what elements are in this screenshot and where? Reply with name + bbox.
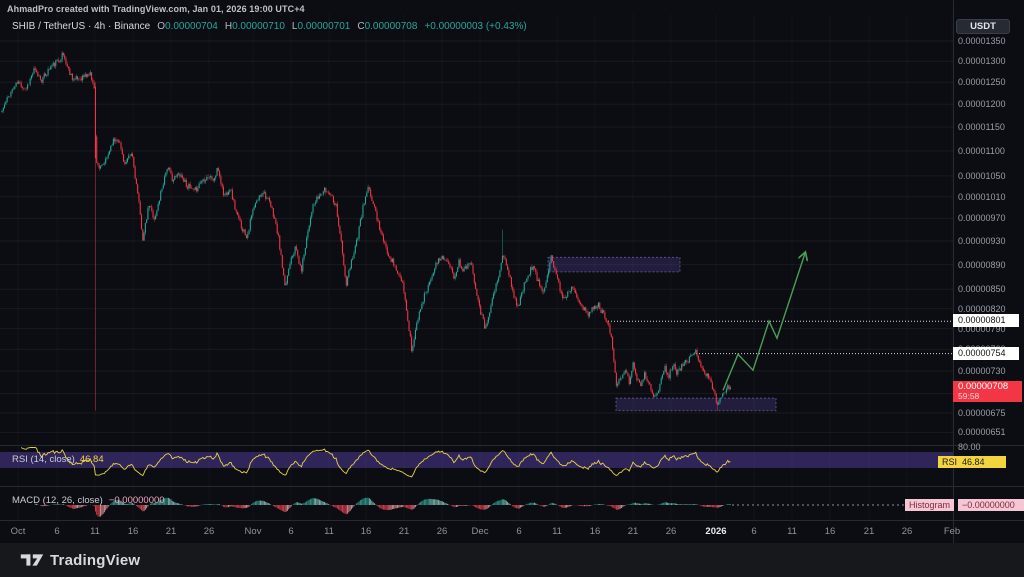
time-tick-label: 26 [902, 526, 913, 537]
change-value: +0.00000003 (+0.43%) [424, 21, 526, 32]
high-value: H0.00000710 [225, 21, 285, 32]
time-tick-label: 26 [666, 526, 677, 537]
macd-indicator-legend[interactable]: MACD (12, 26, close) −0.00000000 [12, 495, 165, 506]
price-tick-label: 0.00000651 [958, 427, 1022, 437]
price-tick-label: 0.00001010 [958, 192, 1022, 202]
time-tick-label: 16 [825, 526, 836, 537]
time-tick-label: 11 [787, 526, 797, 537]
histogram-axis-badge: Histogram [905, 499, 954, 511]
macd-value: −0.00000000 [109, 495, 165, 506]
symbol-legend: SHIB / TetherUS · 4h · Binance O0.000007… [12, 21, 527, 32]
price-tick-label: 0.00001250 [958, 77, 1022, 87]
rsi-label: RSI (14, close) [12, 454, 75, 465]
time-tick-label: 16 [361, 526, 372, 537]
price-tick-label: 0.00000675 [958, 408, 1022, 418]
histogram-axis-value-badge: −0.00000000 [958, 499, 1024, 511]
price-level-label-801: 0.00000801 [953, 314, 1019, 327]
price-tick-label: 0.00000930 [958, 236, 1022, 246]
time-tick-label: Nov [245, 526, 262, 537]
time-tick-label: 6 [516, 526, 521, 537]
time-tick-label: 21 [864, 526, 875, 537]
time-tick-label: 21 [399, 526, 410, 537]
time-tick-label: 16 [128, 526, 139, 537]
currency-toggle-usdt[interactable]: USDT [956, 19, 1010, 34]
time-tick-label: 16 [590, 526, 601, 537]
time-tick-label: Oct [11, 526, 26, 537]
time-tick-label: 21 [628, 526, 639, 537]
price-chart-canvas[interactable] [0, 0, 1024, 577]
price-tick-label: 0.00001050 [958, 171, 1022, 181]
low-value: L0.00000701 [292, 21, 350, 32]
rsi-indicator-legend[interactable]: RSI (14, close) 46.84 [12, 454, 104, 465]
bar-countdown: 59:58 [958, 392, 1022, 401]
rsi-value: 46.84 [80, 454, 104, 465]
rsi-scale-tick-80: 80.00 [958, 442, 981, 452]
footer-bar: TradingView [0, 543, 1024, 577]
tradingview-logo-icon [20, 550, 44, 570]
price-tick-label: 0.00000890 [958, 260, 1022, 270]
time-tick-label: 6 [288, 526, 293, 537]
price-tick-label: 0.00001150 [958, 122, 1022, 132]
time-tick-label: 2026 [705, 526, 726, 537]
attribution-text: AhmadPro created with TradingView.com, J… [7, 4, 305, 14]
macd-label: MACD (12, 26, close) [12, 495, 103, 506]
price-tick-label: 0.00001100 [958, 146, 1022, 156]
symbol-title[interactable]: SHIB / TetherUS · 4h · Binance [12, 21, 150, 32]
tradingview-logo-text: TradingView [50, 552, 140, 569]
time-tick-label: 26 [204, 526, 215, 537]
time-tick-label: 11 [90, 526, 100, 537]
price-level-label-754: 0.00000754 [953, 347, 1019, 360]
open-value: O0.00000704 [157, 21, 218, 32]
price-tick-label: 0.00001200 [958, 99, 1022, 109]
time-tick-label: 11 [324, 526, 334, 537]
price-tick-label: 0.00001300 [958, 56, 1022, 66]
time-tick-label: Dec [472, 526, 489, 537]
time-tick-label: 26 [437, 526, 448, 537]
time-tick-label: 6 [54, 526, 59, 537]
time-tick-label: 21 [166, 526, 177, 537]
close-value: C0.00000708 [357, 21, 417, 32]
price-tick-label: 0.00000970 [958, 213, 1022, 223]
time-tick-label: Feb [944, 526, 960, 537]
price-tick-label: 0.00000850 [958, 284, 1022, 294]
price-tick-label: 0.00000820 [958, 304, 1022, 314]
time-tick-label: 6 [751, 526, 756, 537]
rsi-axis-value-badge: 46.84 [958, 456, 1006, 468]
tradingview-logo[interactable]: TradingView [20, 550, 140, 570]
time-tick-label: 11 [552, 526, 562, 537]
price-tick-label: 0.00000730 [958, 366, 1022, 376]
last-price-label: 0.00000708 59:58 [953, 381, 1022, 402]
tradingview-chart-window: AhmadPro created with TradingView.com, J… [0, 0, 1024, 577]
price-tick-label: 0.00001350 [958, 36, 1022, 46]
